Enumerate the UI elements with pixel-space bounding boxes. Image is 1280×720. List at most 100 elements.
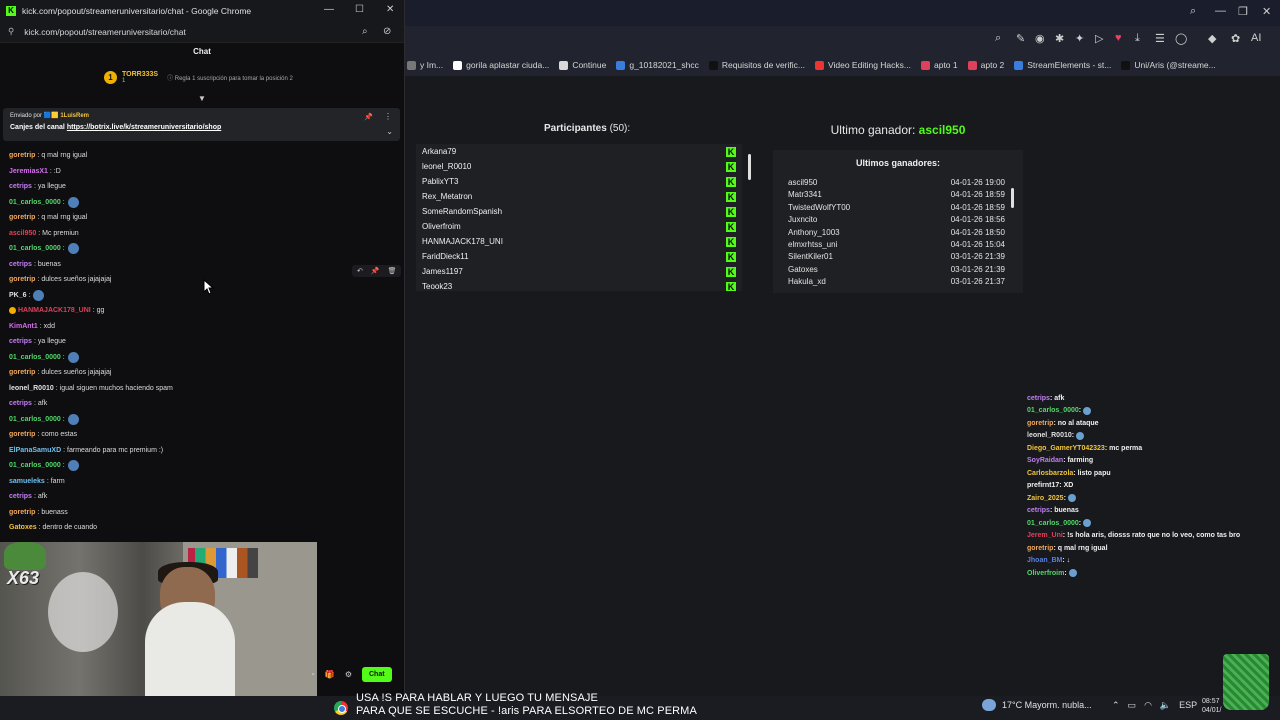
chat-message[interactable]: 01_carlos_0000: (9, 241, 399, 257)
chat-username[interactable]: cetrips (9, 400, 32, 407)
zoom-icon[interactable]: ⌕ (995, 32, 1001, 45)
chat-message[interactable]: goretrip: como estas (9, 427, 399, 443)
expand-chevron-icon[interactable]: ⌄ (386, 127, 393, 136)
extension-diamond-icon[interactable]: ◆ (1208, 32, 1216, 45)
bookmark-item[interactable]: Uni/Aris (@streame... (1121, 60, 1216, 70)
edit-icon[interactable]: ✎ (1016, 32, 1025, 45)
maximize-icon[interactable]: ☐ (355, 4, 364, 15)
chat-username[interactable]: PK_6 (9, 292, 27, 299)
chat-username[interactable]: JeremiasX1 (9, 168, 48, 175)
collapse-chevron-icon[interactable]: ▼ (198, 94, 206, 103)
restore-icon[interactable]: ❐ (1238, 5, 1248, 18)
close-icon[interactable]: ✕ (1262, 5, 1271, 18)
chat-message-list[interactable]: goretrip: q mal rng igual JeremiasX1: :D c… (9, 148, 399, 540)
pin-message-icon[interactable]: 📌 (371, 267, 380, 275)
tools-icon[interactable]: ✦ (1075, 32, 1084, 45)
chat-message[interactable]: 01_carlos_0000: (9, 350, 399, 366)
chat-message[interactable]: 01_carlos_0000: (9, 195, 399, 211)
chat-username[interactable]: samueleks (9, 478, 45, 485)
chat-message[interactable]: cetrips: afk (9, 396, 399, 412)
chat-message[interactable]: leonel_R0010: igual siguen muchos hacien… (9, 381, 399, 397)
settings-icon[interactable]: ⚙ (345, 670, 352, 679)
minimize-icon[interactable]: — (324, 4, 334, 15)
winners-list[interactable]: Ultimos ganadores: ascil950 04-01-26 19:0… (773, 150, 1023, 293)
chat-message[interactable]: goretrip: q mal rng igual (9, 148, 399, 164)
chat-username[interactable]: ascil950 (9, 230, 36, 237)
gift-icon[interactable]: 🎁 (325, 670, 335, 679)
chat-username[interactable]: 01_carlos_0000 (9, 199, 61, 206)
url-text[interactable]: kick.com/popout/streameruniversitario/ch… (24, 27, 186, 37)
profile-icon[interactable]: ◯ (1175, 32, 1187, 45)
chat-username[interactable]: goretrip (9, 152, 35, 159)
extension-icon[interactable]: ✱ (1055, 32, 1064, 45)
chat-username[interactable]: leonel_R0010 (9, 385, 54, 392)
chat-username[interactable]: goretrip (9, 509, 35, 516)
chat-message[interactable]: ElPanaSamuXD: farmeando para mc premium … (9, 443, 399, 459)
gear-icon[interactable]: ✿ (1231, 32, 1240, 45)
leaderboard-entry[interactable]: 1 TORR333S 1 ⓘ Regla 1 suscripción para … (104, 71, 293, 84)
chat-message[interactable]: JeremiasX1: :D (9, 164, 399, 180)
participants-list[interactable]: Arkana79 Kleonel_R0010 K PablixYT3 K Rex_Meta… (416, 144, 742, 291)
pin-icon[interactable]: 📌 (364, 113, 373, 121)
bookmark-item[interactable]: apto 2 (967, 60, 1004, 70)
chat-message[interactable]: HANMAJACK178_UNI: gg (9, 303, 399, 319)
ai-icon[interactable]: AI (1251, 32, 1261, 44)
heart-icon[interactable]: ♥ (1115, 32, 1122, 44)
chat-message[interactable]: cetrips: ya llegue (9, 334, 399, 350)
chat-username[interactable]: cetrips (9, 261, 32, 268)
download-icon[interactable]: ⤓ (1135, 32, 1140, 45)
timer-icon[interactable]: ◔ (310, 670, 315, 679)
bookmark-item[interactable]: apto 1 (920, 60, 958, 70)
close-icon[interactable]: ✕ (386, 4, 394, 15)
eye-off-icon[interactable]: ⊘ (383, 26, 391, 37)
zoom-icon[interactable]: ⌕ (362, 26, 368, 37)
chevron-up-icon[interactable]: ⌃ (1112, 700, 1120, 711)
chat-username[interactable]: cetrips (9, 493, 32, 500)
send-chat-button[interactable]: Chat (361, 667, 392, 682)
play-icon[interactable]: ▷ (1095, 32, 1103, 45)
reply-icon[interactable]: ↶ (357, 267, 363, 275)
chat-message[interactable]: 01_carlos_0000: (9, 412, 399, 428)
bookmark-item[interactable]: y Im... (407, 60, 443, 70)
pinned-message[interactable]: Enviado por 🟦🟨 1LuisRem Canjes del canal… (3, 108, 400, 141)
chat-message[interactable]: ascil950: Mc premiun (9, 226, 399, 242)
address-bar[interactable]: ⚲ kick.com/popout/streameruniversitario/… (0, 21, 404, 43)
more-options-icon[interactable]: ⋮ (384, 112, 392, 121)
bookmark-item[interactable]: StreamElements - st... (1014, 60, 1111, 70)
volume-icon[interactable]: 🔈 (1160, 700, 1171, 711)
chat-username[interactable]: ElPanaSamuXD (9, 447, 61, 454)
chat-username[interactable]: 01_carlos_0000 (9, 245, 61, 252)
camera-icon[interactable]: ◉ (1035, 32, 1045, 45)
menu-icon[interactable]: ☰ (1155, 32, 1165, 45)
language-indicator[interactable]: ESP (1179, 700, 1197, 711)
chat-message[interactable]: KimAnt1: xdd (9, 319, 399, 335)
chat-message[interactable]: 01_carlos_0000: (9, 458, 399, 474)
participants-scrollbar[interactable] (748, 146, 752, 289)
chat-message[interactable]: goretrip: q mal rng igual (9, 210, 399, 226)
chat-username[interactable]: HANMAJACK178_UNI (18, 307, 91, 314)
chat-message[interactable]: goretrip: buenass (9, 505, 399, 521)
chat-username[interactable]: Gatoxes (9, 524, 37, 531)
chat-username[interactable]: goretrip (9, 431, 35, 438)
chat-message[interactable]: cetrips: afk (9, 489, 399, 505)
chat-username[interactable]: goretrip (9, 214, 35, 221)
chat-message[interactable]: Gatoxes: dentro de cuando (9, 520, 399, 536)
chat-username[interactable]: goretrip (9, 276, 35, 283)
chat-username[interactable]: KimAnt1 (9, 323, 38, 330)
chat-username[interactable]: 01_carlos_0000 (9, 416, 61, 423)
chat-username[interactable]: cetrips (9, 338, 32, 345)
bookmark-item[interactable]: g_10182021_shcc (616, 60, 699, 70)
system-tray[interactable]: ⌃ ▭ ◠ 🔈 ESP (1112, 700, 1197, 711)
chat-username[interactable]: goretrip (9, 369, 35, 376)
pinned-link[interactable]: https://botrix.live/k/streameruniversita… (67, 124, 221, 131)
bookmark-item[interactable]: Requisitos de verific... (708, 60, 805, 70)
chrome-taskbar-icon[interactable] (330, 696, 352, 720)
bookmark-item[interactable]: Video Editing Hacks... (814, 60, 911, 70)
winners-scrollbar[interactable] (1011, 180, 1015, 284)
bookmark-item[interactable]: gorila aplastar ciuda... (453, 60, 549, 70)
wifi-icon[interactable]: ◠ (1144, 700, 1152, 711)
chat-message[interactable]: cetrips: ya llegue (9, 179, 399, 195)
chat-username[interactable]: 01_carlos_0000 (9, 354, 61, 361)
chat-username[interactable]: cetrips (9, 183, 32, 190)
clock[interactable]: 08:57 04/01/ (1202, 697, 1221, 715)
